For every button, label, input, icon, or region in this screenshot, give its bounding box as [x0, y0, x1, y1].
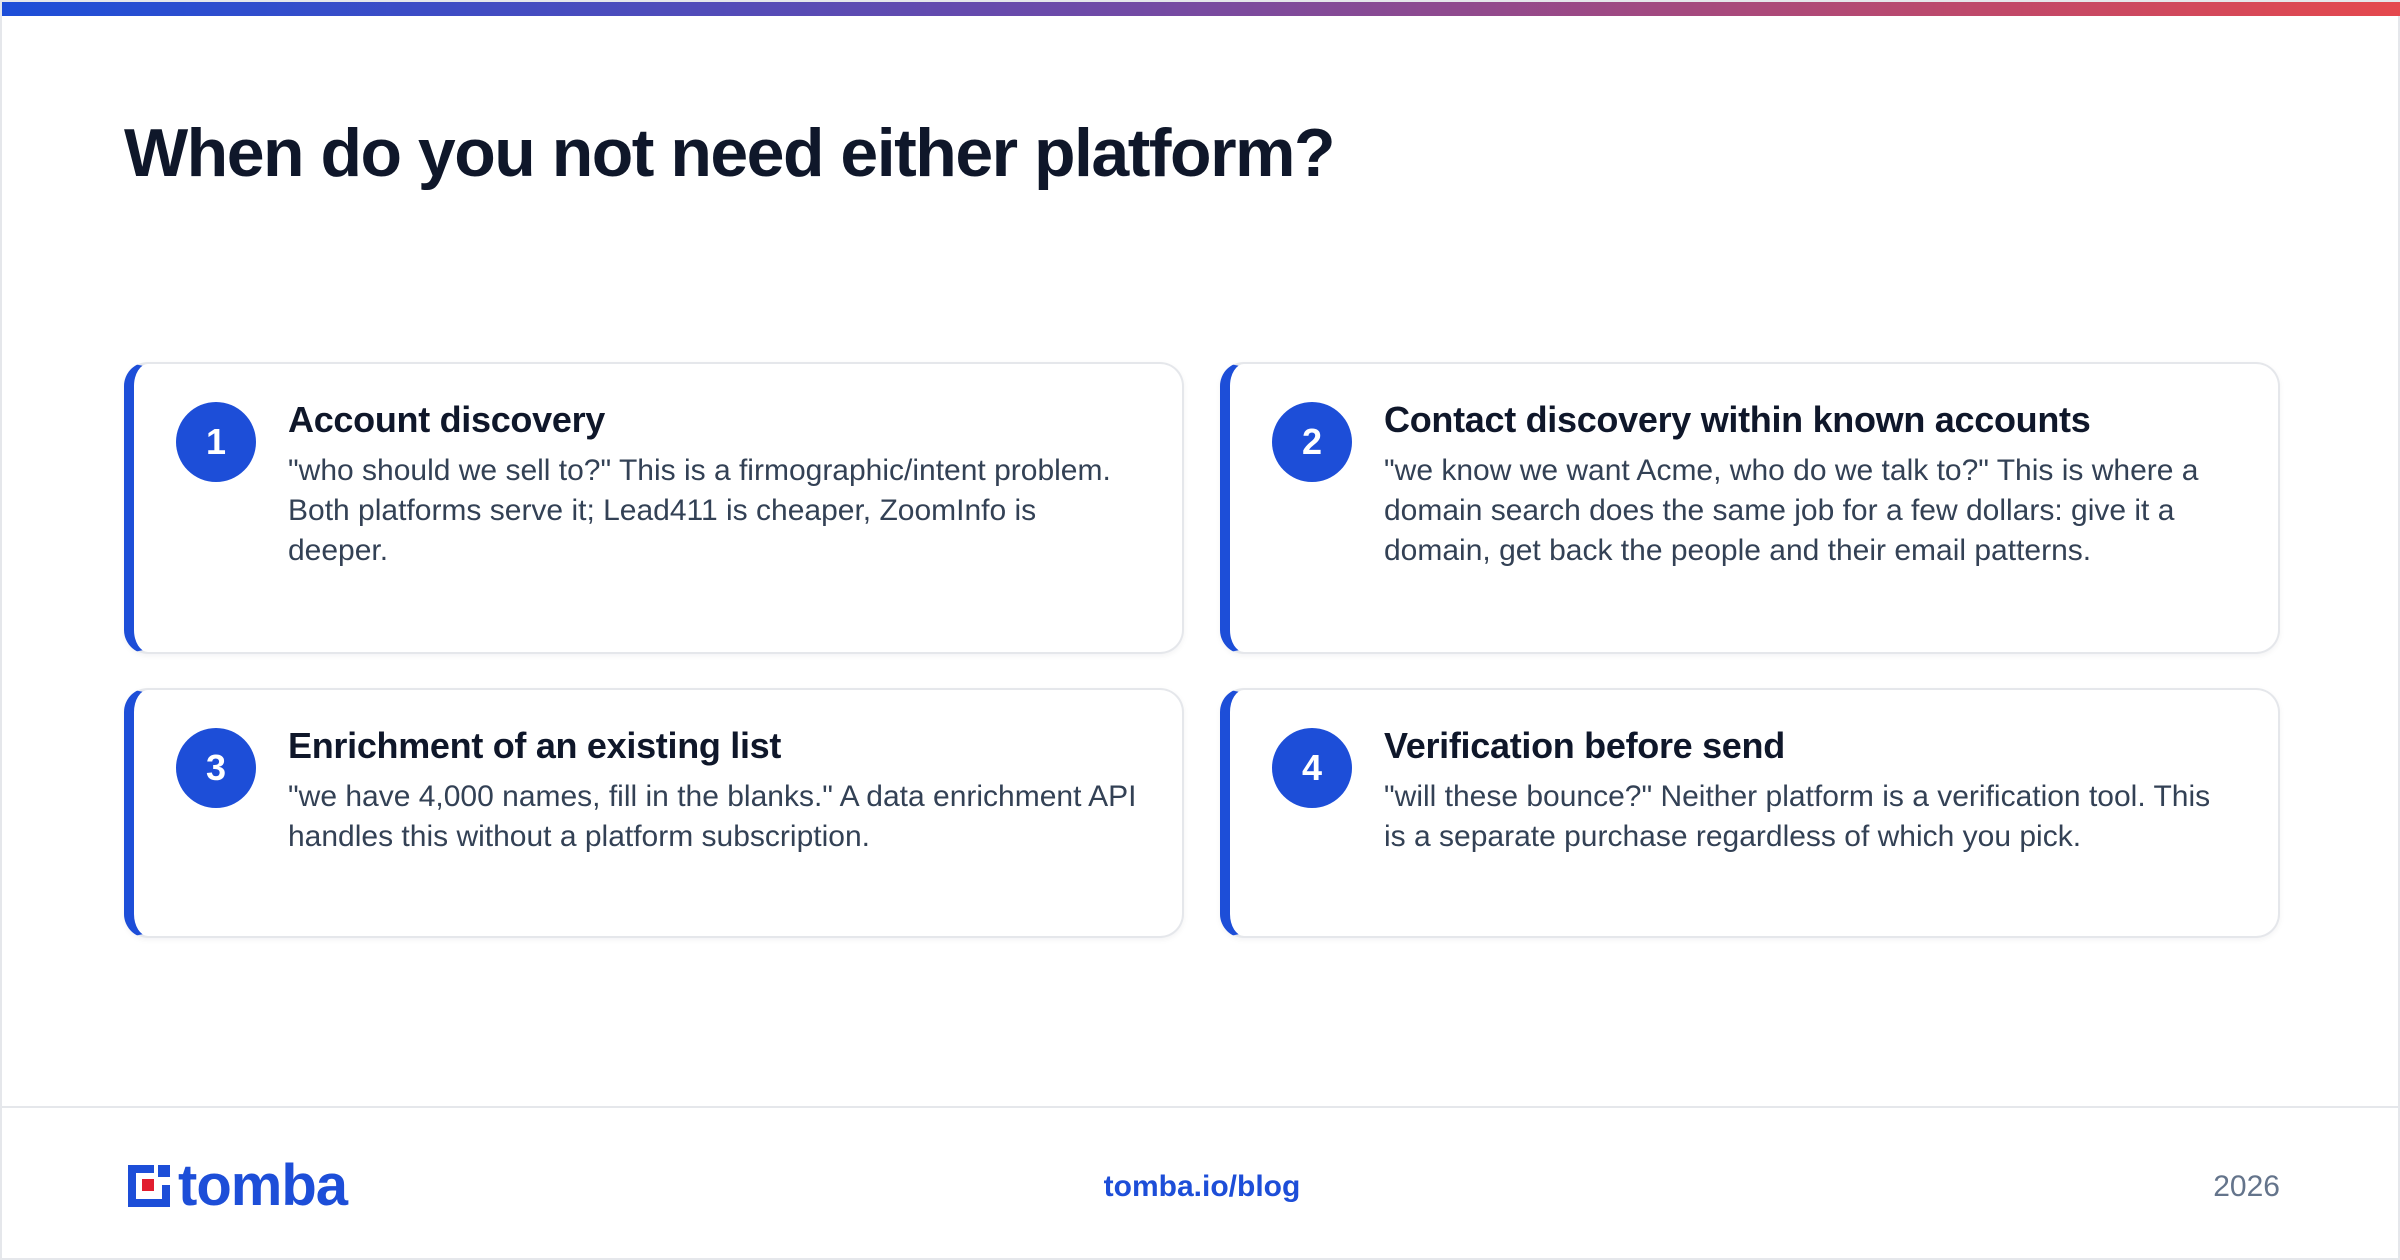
card-body: "who should we sell to?" This is a firmo…	[288, 454, 1111, 568]
card-number-badge: 3	[176, 728, 256, 808]
page-title: When do you not need either platform?	[124, 115, 1336, 191]
card-title: Enrichment of an existing list	[288, 725, 782, 766]
card-body: "we have 4,000 names, fill in the blanks…	[288, 780, 1137, 854]
card-body: "we know we want Acme, who do we talk to…	[1384, 454, 2199, 568]
slide: When do you not need either platform? 1 …	[0, 0, 2400, 1260]
card-title: Verification before send	[1384, 725, 1785, 766]
cards-grid: 1 Account discovery "who should we sell …	[124, 362, 2280, 938]
card-contact-discovery: 2 Contact discovery within known account…	[1220, 362, 2280, 654]
card-number-badge: 4	[1272, 728, 1352, 808]
card-verification: 4 Verification before send "will these b…	[1220, 688, 2280, 938]
card-body: "will these bounce?" Neither platform is…	[1384, 780, 2211, 854]
footer: tomba tomba.io/blog 2026	[2, 1106, 2400, 1260]
card-number-badge: 2	[1272, 402, 1352, 482]
card-title: Account discovery	[288, 399, 606, 440]
card-number-badge: 1	[176, 402, 256, 482]
footer-year: 2026	[2213, 1170, 2280, 1203]
card-enrichment: 3 Enrichment of an existing list "we hav…	[124, 688, 1184, 938]
blog-link[interactable]: tomba.io/blog	[2, 1170, 2400, 1204]
top-gradient-bar	[2, 2, 2400, 16]
card-title: Contact discovery within known accounts	[1384, 399, 2091, 440]
card-account-discovery: 1 Account discovery "who should we sell …	[124, 362, 1184, 654]
